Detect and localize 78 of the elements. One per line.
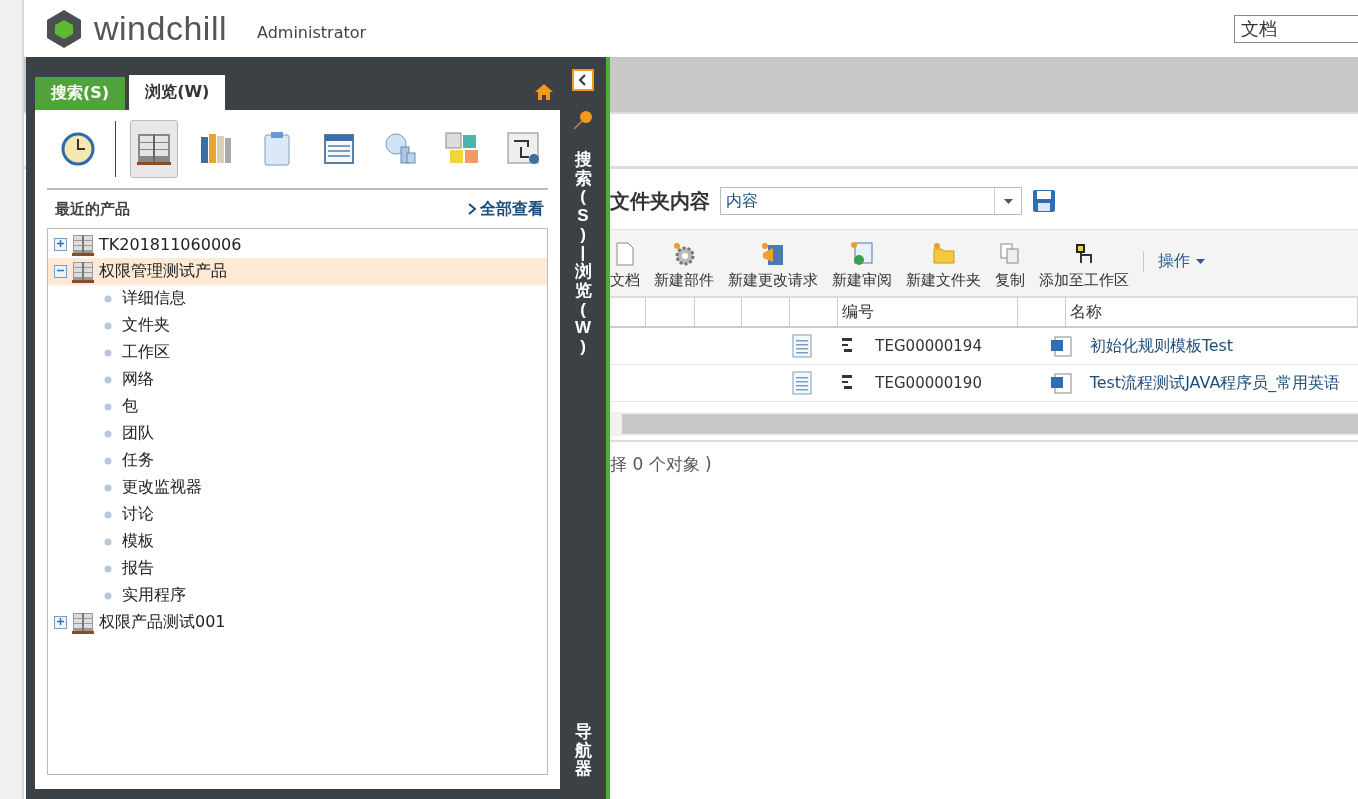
- bullet-icon: [104, 510, 112, 519]
- document-icon: [791, 334, 812, 358]
- selection-status: 择 0 个对象 ): [610, 452, 712, 476]
- bullet-icon: [104, 402, 112, 411]
- tree-item[interactable]: 实用程序: [48, 582, 547, 609]
- navigator-tab[interactable]: 浏览(W): [129, 75, 226, 110]
- shelf-icon: [71, 611, 95, 634]
- tree-item[interactable]: 讨论: [48, 501, 547, 528]
- toolbar-button[interactable]: 文档: [610, 241, 640, 290]
- collapse-icon[interactable]: [572, 69, 594, 91]
- word-document-icon: [1049, 334, 1074, 358]
- column-header: 名称: [1066, 298, 1358, 326]
- bullet-icon: [104, 564, 112, 573]
- toolbar-button[interactable]: 新建文件夹: [906, 241, 981, 290]
- bullet-icon: [104, 375, 112, 384]
- caret-icon: [1196, 259, 1205, 264]
- table-cell-text: TEG00000190: [874, 374, 983, 392]
- tree-item[interactable]: 模板: [48, 528, 547, 555]
- shelf-icon: [71, 260, 95, 283]
- toolbar-button[interactable]: 新建部件: [654, 241, 714, 290]
- tree-item[interactable]: 详细信息: [48, 285, 547, 312]
- bullet-icon: [104, 294, 112, 303]
- tree-item[interactable]: 更改监视器: [48, 474, 547, 501]
- chevron-icon: [468, 203, 476, 215]
- bullet-icon: [104, 537, 112, 546]
- scrollbar-thumb[interactable]: [622, 414, 1358, 434]
- folder-title: 文件夹内容: [610, 187, 710, 215]
- user-name: Administrator: [257, 23, 367, 42]
- view-all-link[interactable]: 全部查看: [468, 198, 544, 220]
- save-icon[interactable]: [1032, 189, 1056, 213]
- tree-node[interactable]: 权限产品测试001: [48, 609, 547, 636]
- form-check-icon: [849, 241, 875, 267]
- tree-item[interactable]: 团队: [48, 420, 547, 447]
- navigator-tool-button[interactable]: [130, 120, 178, 178]
- gear-icon: [671, 241, 697, 267]
- toolbar-button[interactable]: 新建更改请求: [728, 241, 818, 290]
- tree-node[interactable]: 权限管理测试产品: [48, 258, 547, 285]
- view-dropdown[interactable]: 内容: [720, 187, 1022, 215]
- section-title: 最近的产品: [55, 199, 130, 219]
- status-icon: [840, 337, 853, 355]
- vertical-tab-label: 搜索(S) | 浏览(W): [574, 151, 592, 357]
- table-cell-text: TEG00000194: [874, 337, 983, 355]
- bullet-icon: [104, 591, 112, 600]
- tree-item[interactable]: 文件夹: [48, 312, 547, 339]
- expand-icon[interactable]: [54, 238, 67, 251]
- expand-icon[interactable]: [54, 616, 67, 629]
- actions-menu[interactable]: 操作: [1143, 251, 1205, 272]
- bullet-icon: [104, 348, 112, 357]
- tree-node[interactable]: TK201811060006: [48, 231, 547, 258]
- toolbar-button[interactable]: 复制: [995, 241, 1025, 290]
- home-icon[interactable]: [534, 82, 554, 102]
- bullet-icon: [104, 321, 112, 330]
- collapse-icon[interactable]: [54, 265, 67, 278]
- megaphone-icon: [760, 241, 786, 267]
- toolbar-button[interactable]: 新建审阅: [832, 241, 892, 290]
- bullet-icon: [104, 456, 112, 465]
- folder-icon: [930, 241, 957, 267]
- column-header: 编号: [838, 298, 1018, 326]
- tree-item[interactable]: 任务: [48, 447, 547, 474]
- tree-item[interactable]: 工作区: [48, 339, 547, 366]
- bullet-icon: [104, 483, 112, 492]
- status-icon: [840, 374, 853, 392]
- panel-title: 导航器: [574, 722, 592, 779]
- document-link[interactable]: Test流程测试JAVA程序员_常用英语: [1089, 372, 1341, 394]
- bullet-icon: [104, 429, 112, 438]
- pin-icon[interactable]: [572, 109, 594, 131]
- tree-item[interactable]: 报告: [48, 555, 547, 582]
- tree-item[interactable]: 包: [48, 393, 547, 420]
- document-link[interactable]: 初始化规则模板Test: [1089, 335, 1234, 357]
- caret-icon: [1003, 198, 1013, 204]
- tree-item[interactable]: 网络: [48, 366, 547, 393]
- toolbar-button[interactable]: 添加至工作区: [1039, 241, 1129, 290]
- search-field[interactable]: 文档: [1234, 14, 1358, 43]
- shelf-icon: [71, 233, 95, 256]
- document-icon: [791, 371, 812, 395]
- word-document-icon: [1049, 371, 1074, 395]
- logo-icon: [44, 7, 84, 50]
- logo-wordmark: windchill: [94, 9, 227, 48]
